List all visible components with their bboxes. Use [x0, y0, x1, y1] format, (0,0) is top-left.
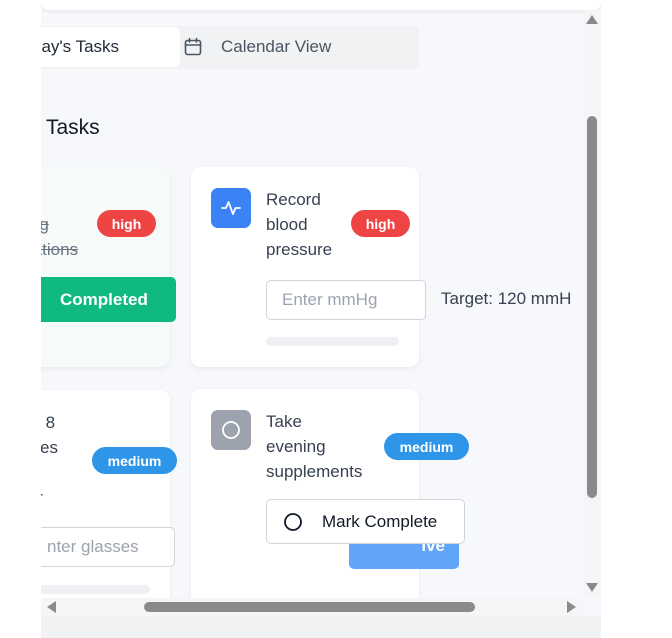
- section-title: Tasks: [46, 116, 100, 139]
- circle-icon: [211, 410, 251, 450]
- priority-badge: medium: [92, 447, 177, 474]
- scroll-viewport[interactable]: day's Tasks Calendar View Tasks ke: [41, 10, 583, 598]
- target-value: Target: 120 mmH: [441, 289, 572, 308]
- mark-complete-button[interactable]: Mark Complete: [266, 499, 465, 544]
- task-card-morning-medications: ke rning dications high Completed: [41, 167, 176, 367]
- scroll-up-arrow-icon[interactable]: [586, 15, 598, 24]
- task-title: nk 8 sses ter: [41, 413, 58, 507]
- header-bar: [41, 0, 601, 10]
- view-tabs: day's Tasks Calendar View: [41, 26, 419, 69]
- scroll-left-arrow-icon[interactable]: [47, 601, 56, 613]
- task-card-blood-pressure: Record blood pressure high Enter mmHg Ta…: [191, 167, 571, 367]
- scroll-right-arrow-icon[interactable]: [567, 601, 576, 613]
- glasses-input[interactable]: nter glasses: [41, 527, 175, 567]
- calendar-icon: [184, 37, 202, 56]
- vertical-scrollbar[interactable]: [583, 10, 601, 598]
- tab-todays-tasks-label: day's Tasks: [41, 37, 120, 56]
- task-title: ke rning dications: [41, 215, 79, 259]
- completed-button[interactable]: Completed: [41, 277, 176, 322]
- task-card-drink-water: nk 8 sses ter medium nter glasses: [41, 390, 177, 598]
- tab-calendar-view-label: Calendar View: [221, 37, 332, 56]
- task-title: Take evening supplements: [266, 412, 363, 481]
- tab-calendar-view[interactable]: Calendar View: [179, 27, 418, 67]
- circle-icon: [284, 512, 302, 531]
- horizontal-scrollbar[interactable]: [41, 598, 583, 616]
- priority-badge: high: [351, 210, 410, 237]
- priority-badge: high: [97, 210, 156, 237]
- app-window: day's Tasks Calendar View Tasks ke: [0, 0, 672, 638]
- horizontal-scroll-thumb[interactable]: [144, 602, 475, 612]
- scroll-down-arrow-icon[interactable]: [586, 583, 598, 592]
- priority-badge: medium: [384, 433, 469, 460]
- tab-todays-tasks[interactable]: day's Tasks: [41, 27, 180, 67]
- vertical-scroll-thumb[interactable]: [587, 116, 597, 498]
- task-panel: day's Tasks Calendar View Tasks ke: [41, 0, 601, 638]
- progress-bar: [266, 337, 399, 346]
- task-title: Record blood pressure: [266, 190, 333, 259]
- blood-pressure-input[interactable]: Enter mmHg: [266, 280, 426, 320]
- progress-bar: [41, 585, 150, 594]
- bottom-bar: [41, 616, 601, 638]
- activity-icon: [211, 188, 251, 228]
- task-card-evening-supplements: Take evening supplements medium ive Mark…: [191, 389, 469, 598]
